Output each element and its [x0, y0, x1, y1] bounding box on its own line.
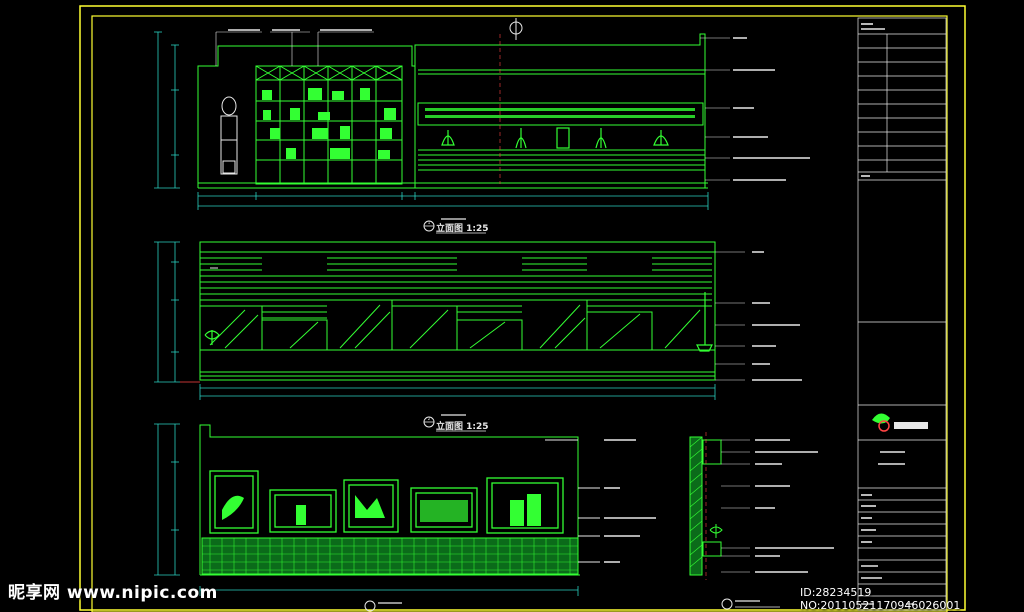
- cad-drawing-sheet: 1 立面图 1:25 2 立面图 1:25: [0, 0, 1024, 612]
- elevation-2-title: 立面图 1:25: [436, 420, 489, 432]
- elevation-1-title: 立面图 1:25: [436, 222, 489, 234]
- elevation-1-number: 1: [428, 220, 431, 225]
- elevation-2-number: 2: [428, 416, 431, 421]
- watermark-id: ID:28234519 NO:20110521170946026001: [800, 586, 961, 612]
- watermark-site: 昵享网 www.nipic.com: [8, 583, 218, 603]
